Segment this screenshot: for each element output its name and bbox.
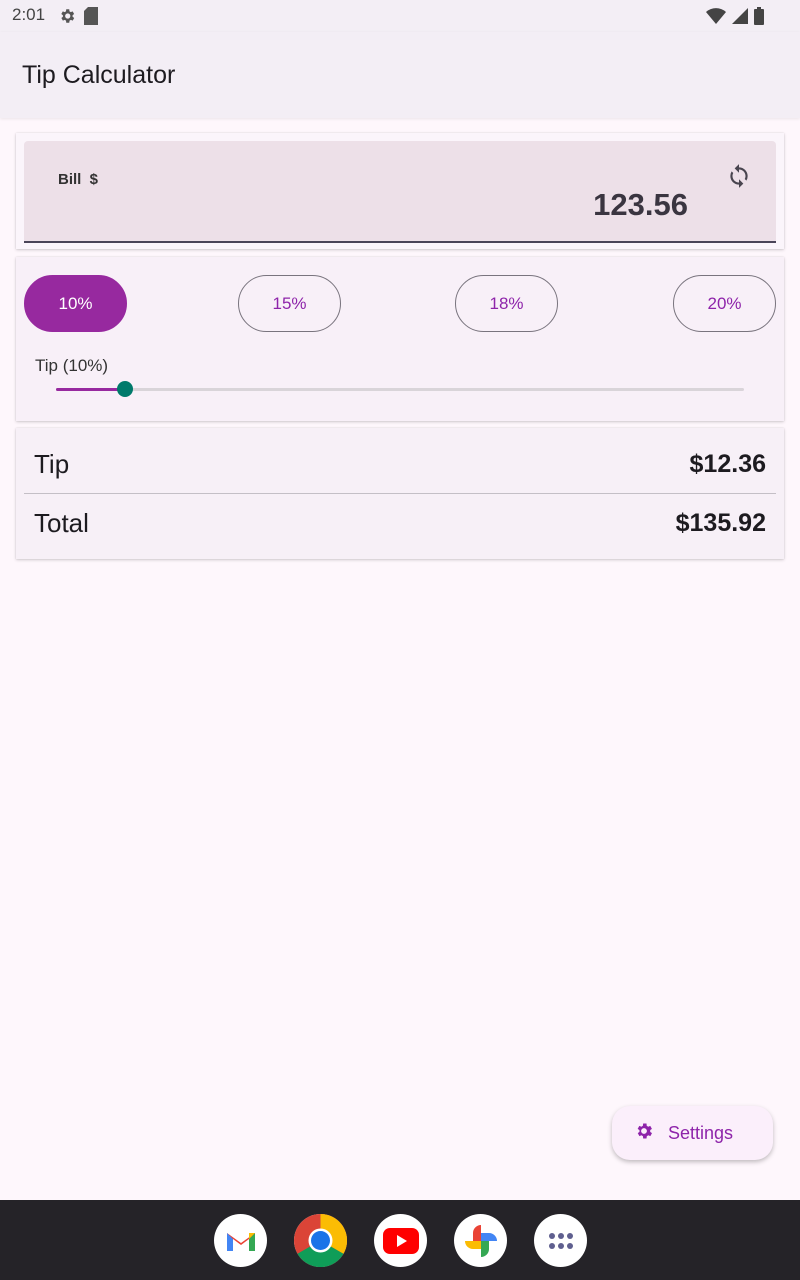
settings-label: Settings [668, 1122, 734, 1143]
total-amount: $135.92 [675, 508, 766, 537]
sd-card-icon [84, 7, 98, 30]
tip-selection-card: 10% 15% 18% 20% Tip (10%) [16, 257, 784, 421]
tip-slider-fill [56, 388, 125, 391]
status-time: 2:01 [12, 5, 46, 24]
tip-chip-20[interactable]: 20% [673, 275, 776, 332]
bill-card: Bill $ 123.56 [16, 133, 784, 249]
gmail-icon[interactable] [214, 1214, 267, 1267]
tip-chip-15[interactable]: 15% [238, 275, 341, 332]
tip-chip-10[interactable]: 10% [24, 275, 127, 332]
settings-gear-icon [58, 7, 76, 30]
settings-button[interactable]: Settings [612, 1106, 773, 1160]
bill-input-field[interactable]: Bill $ 123.56 [24, 141, 776, 243]
tip-label: Tip [34, 448, 70, 479]
total-label: Total [34, 507, 89, 538]
photos-icon[interactable] [454, 1214, 507, 1267]
status-bar: 2:01 [0, 0, 800, 32]
cellular-signal-icon [732, 8, 748, 29]
bill-label: Bill $ [58, 171, 99, 188]
chrome-icon[interactable] [294, 1214, 347, 1267]
wifi-icon [706, 8, 726, 29]
app-bar: Tip Calculator [0, 32, 800, 118]
youtube-icon[interactable] [374, 1214, 427, 1267]
app-drawer-icon[interactable] [534, 1214, 587, 1267]
tip-chip-18[interactable]: 18% [455, 275, 558, 332]
tip-amount: $12.36 [689, 449, 766, 478]
tip-slider[interactable] [56, 381, 744, 397]
refresh-button[interactable] [724, 163, 754, 193]
bill-amount[interactable]: 123.56 [593, 187, 688, 223]
tip-slider-label: Tip (10%) [35, 356, 109, 375]
total-row: Total $135.92 [34, 494, 766, 552]
refresh-icon [726, 163, 752, 194]
tip-slider-thumb[interactable] [116, 381, 133, 397]
page-title: Tip Calculator [22, 61, 176, 89]
app-dock [0, 1200, 800, 1280]
results-card: Tip $12.36 Total $135.92 [16, 428, 784, 559]
tip-row: Tip $12.36 [34, 435, 766, 493]
battery-icon [754, 7, 764, 30]
gear-icon [634, 1121, 654, 1146]
